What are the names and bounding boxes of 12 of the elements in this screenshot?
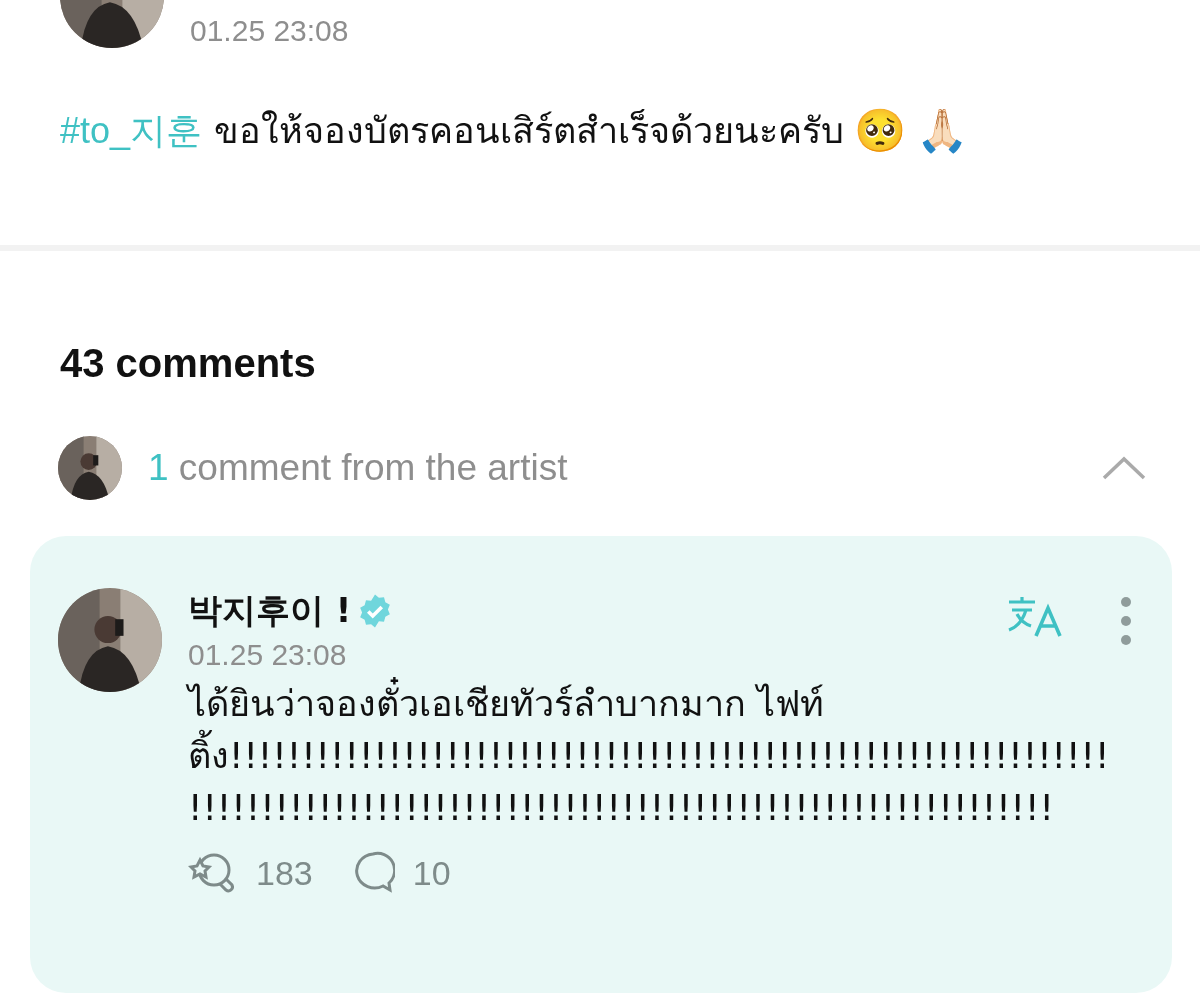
chevron-up-icon[interactable] [1102,455,1146,481]
comments-heading: 43 comments [60,341,317,386]
more-icon[interactable] [1120,596,1132,646]
author-name: 박지후이 ! [188,589,352,632]
artist-comments-toggle[interactable]: 1 comment from the artist [148,447,1076,489]
emoji-icon: 🙏🏻 [915,106,968,155]
emoji-icon: 🥺 [853,106,906,155]
like-count: 183 [256,853,313,893]
reply-count: 10 [412,853,451,893]
comment-time: 01.25 23:08 [188,638,348,672]
post-time: 01.25 23:08 [190,14,349,48]
post-text: #to_지훈 ขอให้จองบัตรคอนเสิร์ตสำเร็จด้วยนะครับ [60,108,844,153]
